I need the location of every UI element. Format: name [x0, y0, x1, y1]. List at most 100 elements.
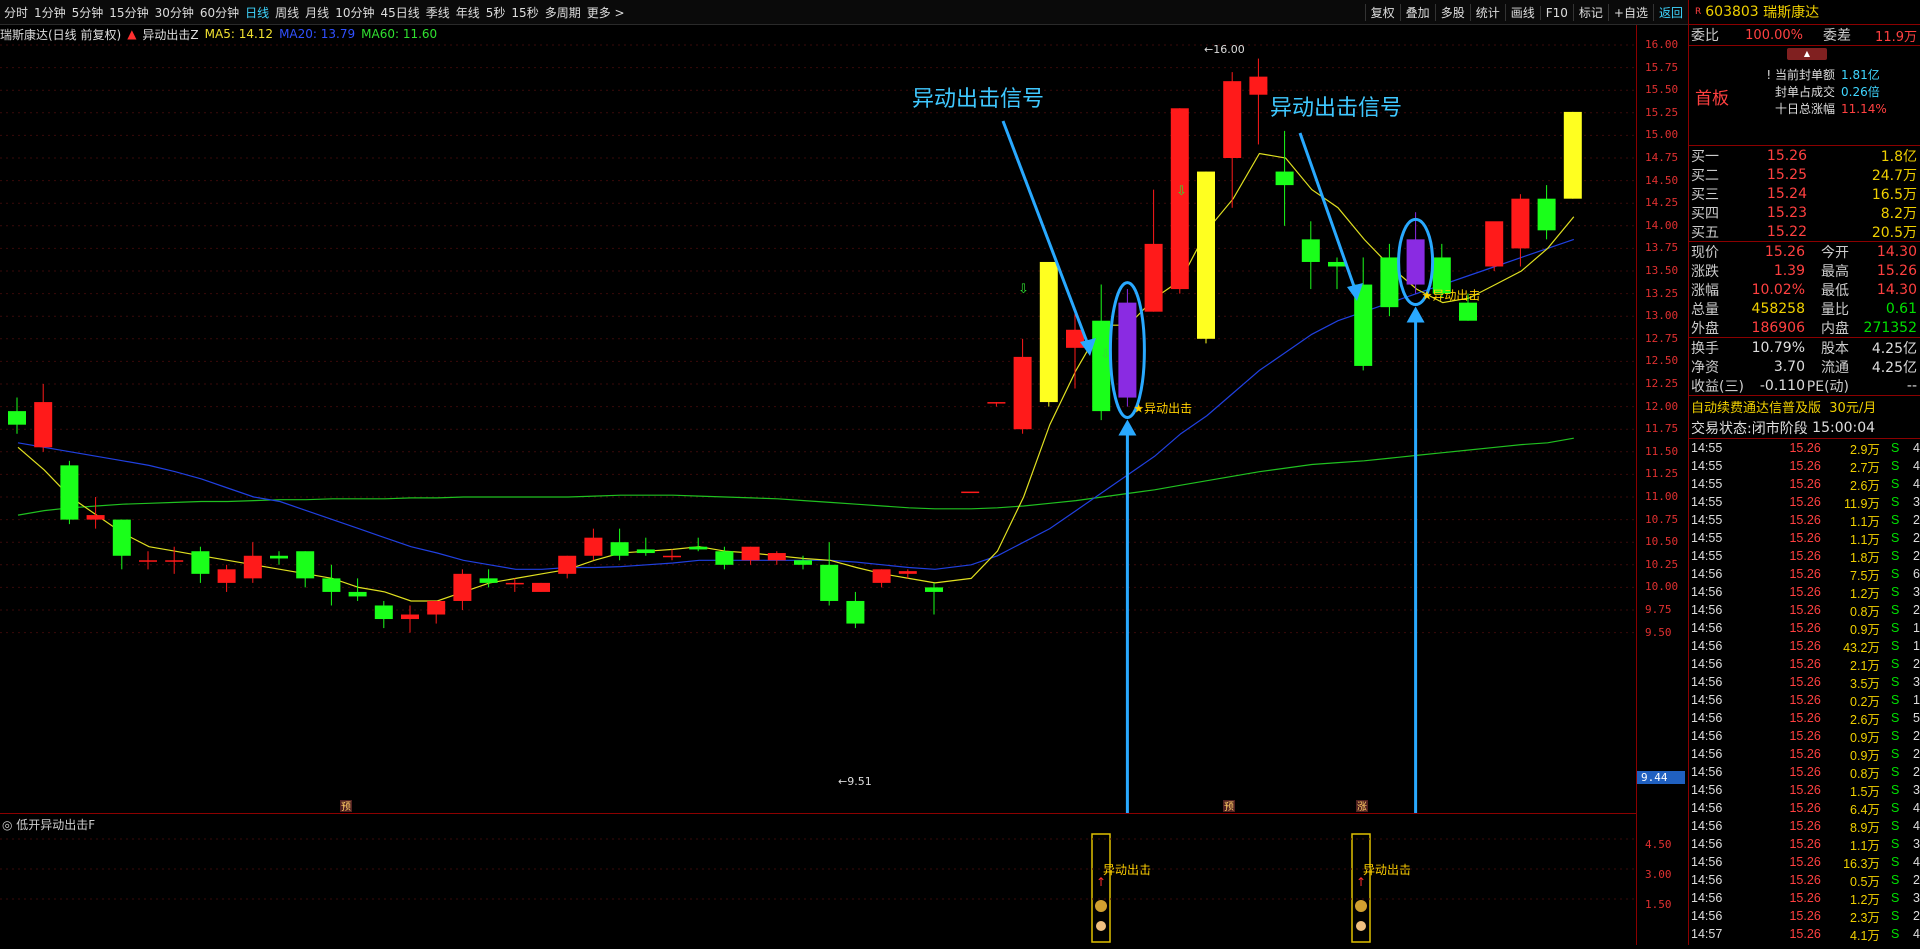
- axis-tick: 15.00: [1645, 128, 1679, 142]
- period-tab-9[interactable]: 10分钟: [335, 4, 374, 21]
- tool-button-4[interactable]: 画线: [1504, 4, 1540, 21]
- event-marker-label: 预: [341, 801, 351, 813]
- period-tab-16[interactable]: 更多 >: [587, 4, 625, 21]
- period-tab-14[interactable]: 15秒: [511, 4, 538, 21]
- status-text: 闭市阶段: [1751, 420, 1808, 437]
- bid-list: 买一 15.26 1.8亿 买二 15.25 24.7万 买三 15.24 16.5万 买四 15.…: [1689, 145, 1920, 241]
- candle-body: [767, 553, 786, 561]
- candlestick-chart[interactable]: ★异动出击 ★异动出击 异动出击信号 异动出击信号 ←16.00 ←9.51 ⇩ ⇩ ⇩ 预 预 涨: [0, 43, 1636, 813]
- bid-row[interactable]: 买二 15.25 24.7万: [1689, 165, 1920, 184]
- candle: [820, 542, 839, 606]
- period-tab-11[interactable]: 季线: [426, 4, 450, 21]
- bid-row[interactable]: 买五 15.22 20.5万: [1689, 222, 1920, 241]
- stat-row: 换手 10.79% 股本 4.25亿: [1689, 338, 1920, 357]
- tool-button-7[interactable]: +自选: [1607, 4, 1653, 21]
- sub-indicator-panel[interactable]: 异动出击 ↑ 异动出击 ↑ ◎ 低开异动出击F: [0, 813, 1636, 945]
- stat-value: 186906: [1751, 319, 1805, 336]
- period-tab-15[interactable]: 多周期: [545, 4, 581, 21]
- period-tab-13[interactable]: 5秒: [486, 4, 506, 21]
- trade-row: 14:56 15.26 0.9万 S 2: [1689, 745, 1920, 763]
- stat-value: 15.26: [1764, 243, 1805, 260]
- period-tab-4[interactable]: 30分钟: [155, 4, 194, 21]
- axis-tick: 16.00: [1645, 38, 1679, 51]
- weicha-value: 11.9万: [1875, 29, 1917, 45]
- tool-button-2[interactable]: 多股: [1434, 4, 1470, 21]
- tool-button-5[interactable]: F10: [1539, 5, 1573, 20]
- trade-cell: 6.4万: [1850, 802, 1880, 817]
- trade-cell: S: [1891, 801, 1900, 815]
- candle-body: [1013, 356, 1032, 430]
- tool-button-0[interactable]: 复权: [1364, 4, 1400, 21]
- trade-cell: 1: [1913, 693, 1920, 707]
- trade-cell: 0.5万: [1850, 874, 1880, 889]
- trade-ticker[interactable]: 14:55 15.26 2.9万 S 4 14:55 15.26 2.7万 S 4 14:55 15.…: [1689, 438, 1920, 943]
- period-tab-5[interactable]: 60分钟: [200, 4, 239, 21]
- period-tab-2[interactable]: 5分钟: [72, 4, 104, 21]
- trade-row: 14:56 15.26 0.9万 S 2: [1689, 727, 1920, 745]
- candle: [689, 537, 708, 552]
- trade-cell: 1.1万: [1850, 514, 1880, 529]
- candle: [479, 569, 498, 588]
- bid-price: 15.22: [1766, 223, 1807, 240]
- candle: [453, 569, 472, 610]
- period-tab-12[interactable]: 年线: [456, 4, 480, 21]
- candle-body: [1275, 171, 1294, 186]
- trade-cell: 3: [1913, 891, 1920, 905]
- stat-label: 今开: [1821, 244, 1849, 261]
- candle: [191, 546, 210, 583]
- trade-cell: 2.3万: [1850, 910, 1880, 925]
- period-tab-6[interactable]: 日线: [245, 4, 269, 21]
- period-tab-1[interactable]: 1分钟: [34, 4, 66, 21]
- candle: [1563, 111, 1582, 199]
- trade-cell: 14:55: [1691, 531, 1723, 545]
- candle: [1328, 257, 1346, 290]
- period-tab-7[interactable]: 周线: [275, 4, 299, 21]
- up-arrow-icon: ↑: [1356, 875, 1366, 889]
- sub-axis-tick: 4.50: [1645, 838, 1672, 851]
- trade-cell: 2.1万: [1850, 658, 1880, 673]
- trade-cell: 2: [1913, 909, 1920, 923]
- period-tab-0[interactable]: 分时: [4, 4, 28, 21]
- trade-cell: 14:56: [1691, 891, 1723, 905]
- trade-cell: 15.26: [1789, 765, 1821, 779]
- trade-cell: 15.26: [1789, 711, 1821, 725]
- bid-row[interactable]: 买一 15.26 1.8亿: [1689, 146, 1920, 165]
- trade-cell: 5: [1913, 711, 1920, 725]
- seal-line-value: 1.81亿: [1841, 68, 1880, 82]
- money-bag-icon: [1095, 900, 1107, 912]
- stat-value: 3.70: [1773, 358, 1805, 375]
- stat-value: 10.79%: [1751, 339, 1805, 356]
- stat-label: 外盘: [1691, 320, 1719, 337]
- trade-cell: S: [1891, 675, 1900, 689]
- bid-row[interactable]: 买三 15.24 16.5万: [1689, 184, 1920, 203]
- indicator-name[interactable]: 异动出击Z: [142, 26, 198, 43]
- trade-row: 14:56 15.26 16.3万 S 4: [1689, 853, 1920, 871]
- promo-banner[interactable]: 自动续费通达信普及版 30元/月: [1689, 395, 1920, 417]
- ma20-line: [17, 238, 1574, 570]
- tool-button-8[interactable]: 返回: [1652, 4, 1688, 21]
- candle-body: [741, 546, 760, 561]
- tool-button-6[interactable]: 标记: [1572, 4, 1608, 21]
- stat-label: 换手: [1691, 340, 1719, 357]
- collapse-toggle[interactable]: ▲: [1787, 48, 1827, 60]
- period-tab-10[interactable]: 45日线: [380, 4, 419, 21]
- candle: [112, 519, 131, 570]
- event-marker-label: 涨: [1357, 801, 1367, 813]
- trade-cell: 14:55: [1691, 513, 1723, 527]
- candle-body: [453, 573, 472, 601]
- trade-cell: 2.9万: [1850, 442, 1880, 457]
- candle-body: [1197, 171, 1215, 339]
- candle: [1301, 221, 1320, 290]
- bid-row[interactable]: 买四 15.23 8.2万: [1689, 203, 1920, 222]
- period-tab-3[interactable]: 15分钟: [109, 4, 148, 21]
- up-arrow-icon: ▲: [127, 27, 137, 41]
- trade-cell: 2.6万: [1850, 712, 1880, 727]
- trade-cell: 0.8万: [1850, 766, 1880, 781]
- axis-tick: 15.50: [1645, 83, 1679, 97]
- trade-cell: 15.26: [1789, 585, 1821, 599]
- period-tab-8[interactable]: 月线: [305, 4, 329, 21]
- tool-button-1[interactable]: 叠加: [1399, 4, 1435, 21]
- trade-row: 14:55 15.26 11.9万 S 3: [1689, 493, 1920, 511]
- tool-button-3[interactable]: 统计: [1469, 4, 1505, 21]
- candle: [1013, 338, 1032, 434]
